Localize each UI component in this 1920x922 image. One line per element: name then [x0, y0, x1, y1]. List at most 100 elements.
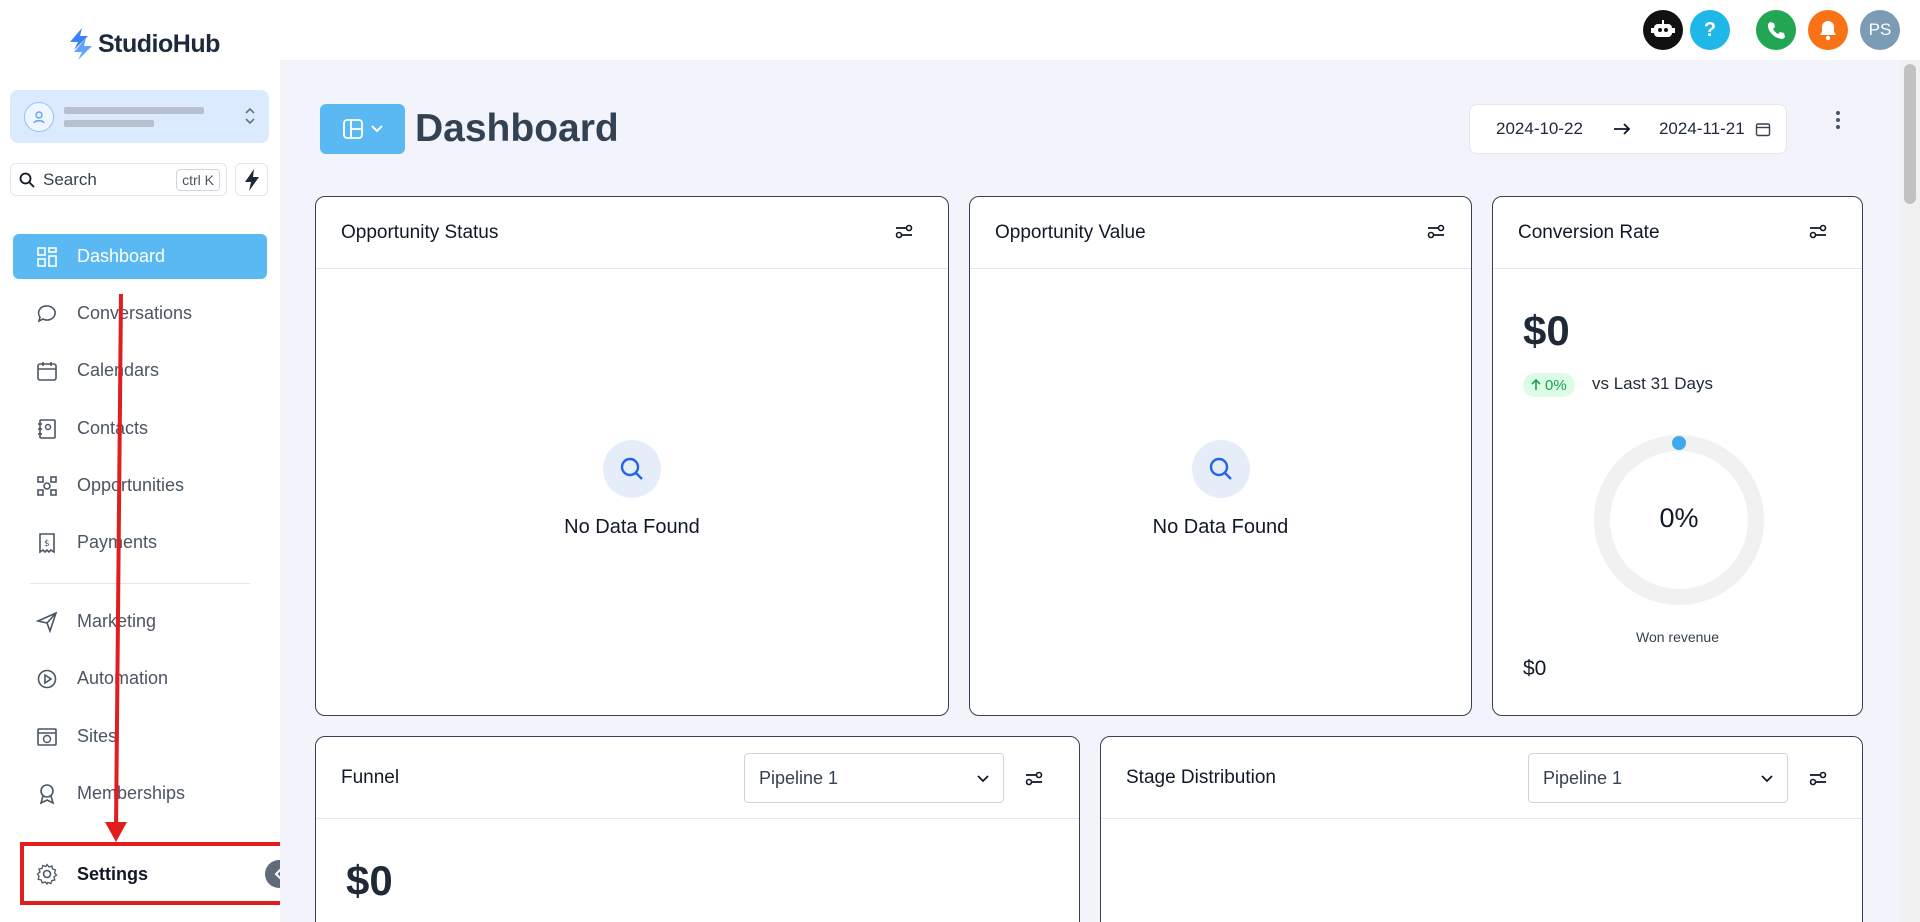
account-switcher[interactable] — [10, 90, 269, 143]
nav-divider — [30, 583, 250, 584]
robot-icon — [1651, 20, 1675, 37]
conversion-gauge: 0% — [1592, 433, 1766, 607]
opportunity-value-card: Opportunity Value No Data Found — [969, 196, 1472, 716]
sidebar-item-label: Memberships — [77, 783, 186, 803]
start-date[interactable]: 2024-10-22 — [1496, 119, 1583, 139]
pipeline-select[interactable]: Pipeline 1 — [1528, 753, 1788, 803]
won-revenue-label: Won revenue — [1635, 629, 1719, 645]
dashboard-switcher-button[interactable] — [320, 104, 405, 154]
search-label: Search — [43, 169, 97, 189]
app-logo[interactable]: StudioHub — [68, 28, 220, 60]
phone-button[interactable] — [1756, 10, 1796, 50]
filter-icon[interactable] — [1808, 221, 1828, 247]
notifications-button[interactable] — [1808, 10, 1848, 50]
search-icon — [1191, 440, 1250, 498]
sidebar-item-label: Settings — [77, 863, 149, 884]
sidebar-item-calendars[interactable]: Calendars — [13, 348, 267, 393]
change-value: 0% — [1545, 376, 1567, 394]
sidebar-item-label: Contacts — [77, 418, 149, 438]
comparison-text: vs Last 31 Days — [1592, 374, 1713, 393]
date-range-picker[interactable]: 2024-10-22 2024-11-21 — [1469, 104, 1787, 154]
dashboard-icon — [35, 245, 59, 269]
stage-distribution-card: Stage Distribution Pipeline 1 — [1100, 736, 1863, 922]
calendar-icon — [1755, 123, 1770, 137]
page-title: Dashboard — [415, 107, 619, 150]
sidebar-item-conversations[interactable]: Conversations — [13, 291, 267, 336]
lightning-icon — [244, 168, 259, 191]
card-title: Stage Distribution — [1126, 766, 1276, 788]
card-title: Opportunity Value — [995, 221, 1146, 243]
gear-icon — [35, 862, 59, 886]
won-revenue-value: $0 — [1523, 657, 1547, 680]
phone-icon — [1767, 22, 1785, 39]
pipeline-select[interactable]: Pipeline 1 — [744, 753, 1004, 803]
pipeline-select-value: Pipeline 1 — [1543, 767, 1623, 788]
sidebar-item-memberships[interactable]: Memberships — [13, 771, 267, 816]
change-badge: 0% — [1523, 373, 1575, 397]
sidebar: StudioHub Search ctrl K Dashboard Conver… — [0, 0, 304, 922]
chevron-down-icon — [1761, 775, 1773, 783]
layout-icon — [342, 119, 363, 139]
sidebar-item-automation[interactable]: Automation — [13, 656, 267, 701]
sidebar-item-label: Sites — [77, 726, 118, 746]
conversion-value: $0 — [1523, 307, 1570, 354]
empty-message: No Data Found — [1152, 516, 1289, 538]
search-icon — [603, 440, 661, 498]
scrollbar-thumb[interactable] — [1904, 64, 1916, 204]
sidebar-item-label: Calendars — [77, 360, 160, 380]
opportunity-status-card: Opportunity Status No Data Found — [315, 196, 949, 716]
shortcut-badge: ctrl K — [176, 169, 220, 191]
payments-icon: $ — [35, 531, 59, 555]
arrow-up-icon — [1531, 379, 1541, 390]
send-icon — [35, 610, 59, 634]
sidebar-item-marketing[interactable]: Marketing — [13, 599, 267, 644]
filter-icon[interactable] — [894, 221, 914, 247]
question-icon: ? — [1703, 18, 1717, 41]
chevron-updown-icon — [243, 104, 257, 133]
sidebar-item-label: Conversations — [77, 303, 193, 323]
account-name-redacted — [64, 106, 204, 127]
sidebar-item-dashboard[interactable]: Dashboard — [13, 234, 267, 279]
user-avatar[interactable]: PS — [1860, 10, 1900, 50]
pipeline-select-value: Pipeline 1 — [759, 767, 839, 788]
chevron-down-icon — [370, 125, 383, 133]
sidebar-item-settings[interactable]: Settings — [27, 853, 297, 895]
card-title: Conversion Rate — [1518, 221, 1660, 243]
quick-actions-button[interactable] — [235, 163, 268, 196]
automation-icon — [35, 667, 59, 691]
sidebar-item-label: Payments — [77, 532, 158, 552]
card-title: Funnel — [341, 766, 400, 788]
gauge-marker — [1672, 436, 1686, 450]
assistant-bot-button[interactable] — [1643, 10, 1683, 50]
search-icon — [19, 172, 35, 188]
sidebar-item-sites[interactable]: Sites — [13, 714, 267, 759]
filter-icon[interactable] — [1808, 768, 1828, 794]
help-button[interactable]: ? — [1690, 10, 1730, 50]
card-title: Opportunity Status — [341, 221, 499, 243]
sidebar-item-payments[interactable]: $ Payments — [13, 520, 267, 565]
gauge-value: 0% — [1659, 503, 1699, 533]
arrow-right-icon — [1613, 123, 1631, 135]
svg-text:$: $ — [44, 539, 50, 549]
filter-icon[interactable] — [1426, 221, 1446, 247]
top-bar: ? PS — [280, 0, 1920, 60]
sidebar-item-label: Marketing — [77, 611, 157, 631]
sidebar-item-contacts[interactable]: Contacts — [13, 406, 267, 451]
empty-state: No Data Found — [316, 440, 948, 539]
search-input[interactable]: Search ctrl K — [10, 163, 227, 196]
bell-icon — [1820, 21, 1836, 41]
empty-state: No Data Found — [970, 440, 1471, 539]
chat-icon — [35, 302, 59, 326]
end-date[interactable]: 2024-11-21 — [1659, 119, 1745, 139]
app-name: StudioHub — [98, 29, 220, 58]
conversion-rate-card: Conversion Rate $0 0% vs Last 31 Days 0%… — [1492, 196, 1863, 716]
calendar-icon — [35, 359, 59, 383]
sidebar-item-opportunities[interactable]: Opportunities — [13, 463, 267, 508]
page-scrollbar[interactable] — [1900, 60, 1920, 922]
more-options-button[interactable] — [1830, 108, 1846, 132]
empty-message: No Data Found — [564, 516, 700, 538]
user-icon — [24, 101, 54, 132]
sites-icon — [35, 725, 59, 749]
opportunities-icon — [35, 474, 59, 498]
filter-icon[interactable] — [1024, 768, 1044, 794]
